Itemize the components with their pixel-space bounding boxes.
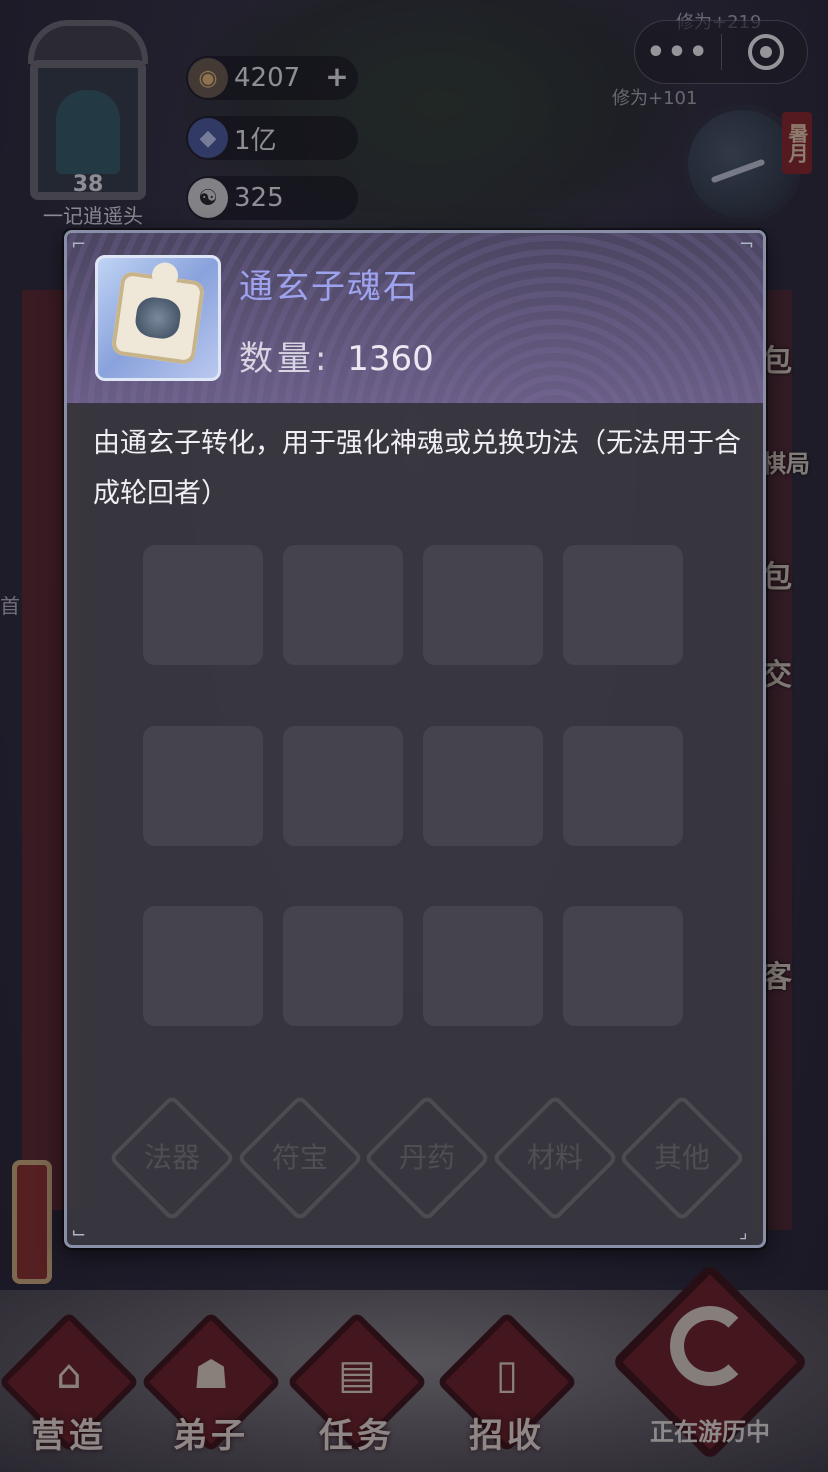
corner-ornament-icon: ¬ bbox=[739, 234, 755, 255]
item-quantity: 数量: 1360 bbox=[239, 331, 434, 380]
ghost-tab: 符宝 bbox=[235, 1094, 364, 1222]
dialog-header: 通玄子魂石 数量: 1360 bbox=[67, 233, 763, 405]
ghost-cell bbox=[563, 725, 683, 846]
ghost-cell bbox=[423, 545, 543, 665]
item-description: 由通玄子转化，用于强化神魂或兑换功法（无法用于合成轮回者） bbox=[93, 428, 741, 509]
corner-ornament-icon: ⌙ bbox=[71, 1222, 87, 1243]
background-item-grid bbox=[143, 545, 703, 1065]
ghost-cell bbox=[563, 545, 683, 665]
ghost-cell bbox=[143, 906, 263, 1027]
corner-ornament-icon: ⌐ bbox=[71, 234, 87, 255]
ghost-tab: 材料 bbox=[490, 1094, 619, 1222]
ghost-cell bbox=[283, 545, 403, 665]
ghost-tab: 丹药 bbox=[363, 1094, 491, 1222]
ghost-tab: 法器 bbox=[108, 1094, 236, 1222]
ghost-tab: 其他 bbox=[618, 1094, 746, 1222]
ghost-tab-label: 其他 bbox=[653, 1141, 710, 1174]
ghost-cell bbox=[423, 906, 543, 1027]
item-detail-dialog: 法器 符宝 丹药 材料 其他 通玄子魂石 数量: 1360 由通玄子转化，用于强… bbox=[64, 230, 766, 1248]
corner-ornament-icon: ⌟ bbox=[739, 1222, 748, 1243]
ghost-cell bbox=[423, 725, 543, 846]
soul-stone-icon bbox=[95, 255, 221, 381]
ghost-cell bbox=[143, 725, 263, 846]
ghost-tab-label: 法器 bbox=[143, 1141, 200, 1174]
ghost-cell bbox=[283, 725, 403, 846]
ghost-tab-label: 材料 bbox=[526, 1141, 583, 1174]
item-name: 通玄子魂石 bbox=[239, 267, 419, 307]
ghost-cell bbox=[563, 906, 683, 1027]
ghost-cell bbox=[143, 545, 263, 665]
quantity-value: 1360 bbox=[347, 339, 434, 379]
ghost-tab-label: 丹药 bbox=[398, 1141, 455, 1174]
background-category-tabs: 法器 符宝 丹药 材料 其他 bbox=[108, 1094, 746, 1222]
ghost-cell bbox=[283, 906, 403, 1027]
quantity-label: 数量: bbox=[239, 339, 331, 379]
puzzle-piece-icon bbox=[110, 270, 206, 366]
ghost-tab-label: 符宝 bbox=[271, 1141, 328, 1174]
